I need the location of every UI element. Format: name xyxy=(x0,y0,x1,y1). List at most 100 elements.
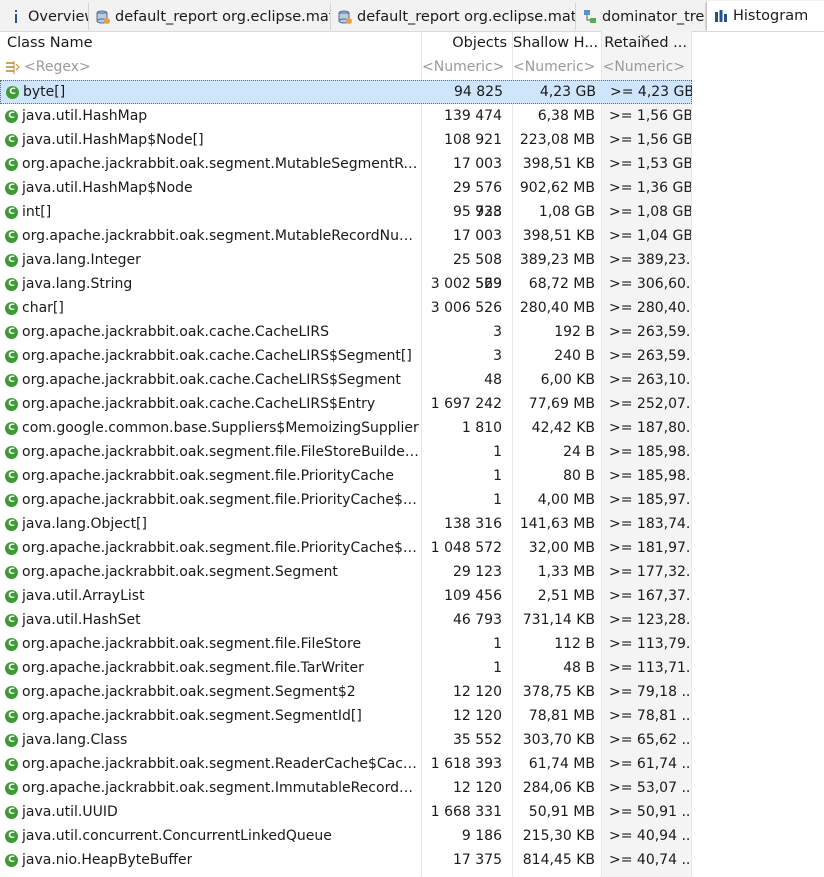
objects-filter-input[interactable]: <Numeric> xyxy=(422,55,504,80)
table-row[interactable]: Corg.apache.jackrabbit.oak.segment.file.… xyxy=(0,464,692,488)
table-row[interactable]: Cjava.nio.HeapByteBuffer 17 375 814,45 KB >… xyxy=(0,848,692,872)
retained-heap-cell: >= 306,60... xyxy=(609,276,691,292)
class-name-filter-input[interactable]: <Regex> xyxy=(24,55,91,80)
retained-heap-cell: >= 1,53 GB xyxy=(609,156,691,172)
shallow-heap-cell: 223,08 MB xyxy=(519,132,595,148)
retained-heap-cell: >= 1,56 GB xyxy=(609,132,691,148)
objects-cell: 108 921 xyxy=(444,132,502,148)
table-row[interactable]: Cint[] 95 738 1,08 GB >= 1,08 GB xyxy=(0,200,692,224)
table-row[interactable]: Cjava.util.HashMap 139 474 6,38 MB >= 1,56 … xyxy=(0,104,692,128)
shallow-heap-cell: 303,70 KB xyxy=(522,732,595,748)
class-name: org.apache.jackrabbit.oak.segment.file.T… xyxy=(22,660,364,676)
table-row[interactable]: Cbyte[] 94 825 4,23 GB >= 4,23 GB xyxy=(0,80,692,104)
retained-heap-cell: >= 78,81 ... xyxy=(609,708,691,724)
histogram-icon xyxy=(713,8,729,24)
tab-dominator-tree[interactable]: dominator_tree xyxy=(576,3,706,30)
table-row[interactable]: Ccom.google.common.base.Suppliers$Memoiz… xyxy=(0,416,692,440)
class-name-cell: Corg.apache.jackrabbit.oak.segment.file.… xyxy=(0,536,421,560)
class-name: java.util.ArrayList xyxy=(22,588,145,604)
retained-heap-cell: >= 40,74 ... xyxy=(609,852,691,868)
class-name-cell: Cjava.util.HashSet xyxy=(0,608,421,632)
table-row[interactable]: Corg.apache.jackrabbit.oak.segment.Reade… xyxy=(0,752,692,776)
table-row[interactable]: Corg.apache.jackrabbit.oak.segment.file.… xyxy=(0,656,692,680)
table-row[interactable]: Cjava.util.HashMap$Node[] 108 921 223,08 M… xyxy=(0,128,692,152)
retained-heap-cell: >= 1,04 GB xyxy=(609,228,691,244)
info-icon xyxy=(8,9,24,25)
retained-heap-cell: >= 123,28... xyxy=(609,612,691,628)
tab-histogram[interactable]: Histogram xyxy=(706,1,824,31)
tab-default-report-2[interactable]: default_report org.eclipse.mat.... xyxy=(331,3,576,30)
column-header-shallow-heap[interactable]: Shallow H... xyxy=(513,31,601,55)
objects-cell: 48 xyxy=(484,372,502,388)
table-row[interactable]: Cjava.util.concurrent.ConcurrentLinkedQu… xyxy=(0,824,692,848)
class-name: org.apache.jackrabbit.oak.segment.file.F… xyxy=(22,636,362,652)
tab-label: Histogram xyxy=(733,8,809,24)
table-row[interactable]: Cjava.util.HashSet 46 793 731,14 KB >= 123,… xyxy=(0,608,692,632)
objects-cell: 25 508 529 xyxy=(453,252,502,292)
class-icon: C xyxy=(5,133,18,147)
class-name: char[] xyxy=(22,300,64,316)
objects-cell: 3 006 526 xyxy=(430,300,502,316)
class-name: org.apache.jackrabbit.oak.segment.Segmen… xyxy=(22,564,338,580)
column-header-objects[interactable]: Objects xyxy=(422,31,507,55)
shallow-heap-cell: 1,08 GB xyxy=(538,204,595,220)
shallow-heap-cell: 77,69 MB xyxy=(528,396,595,412)
shallow-heap-cell: 141,63 MB xyxy=(519,516,595,532)
objects-cell: 1 810 xyxy=(461,420,502,436)
table-row[interactable]: Corg.apache.jackrabbit.oak.segment.Mutab… xyxy=(0,224,692,248)
class-name-cell: Corg.apache.jackrabbit.oak.segment.file.… xyxy=(0,488,421,512)
table-row[interactable]: Corg.apache.jackrabbit.oak.cache.CacheLI… xyxy=(0,344,692,368)
table-row[interactable]: Corg.apache.jackrabbit.oak.segment.Segme… xyxy=(0,560,692,584)
table-row[interactable]: Corg.apache.jackrabbit.oak.segment.file.… xyxy=(0,536,692,560)
table-row[interactable]: Corg.apache.jackrabbit.oak.segment.Segme… xyxy=(0,680,692,704)
class-name-cell: Corg.apache.jackrabbit.oak.segment.file.… xyxy=(0,656,421,680)
class-name-cell: Corg.apache.jackrabbit.oak.cache.CacheLI… xyxy=(0,344,421,368)
shallow-heap-cell: 215,30 KB xyxy=(522,828,595,844)
retained-heap-cell: >= 389,23... xyxy=(609,252,691,268)
retained-heap-cell: >= 185,98... xyxy=(609,468,691,484)
retained-heap-cell: >= 113,79... xyxy=(609,636,691,652)
table-row[interactable]: Corg.apache.jackrabbit.oak.segment.file.… xyxy=(0,440,692,464)
shallow-filter-input[interactable]: <Numeric> xyxy=(513,55,595,80)
class-name: byte[] xyxy=(23,84,66,100)
table-row[interactable]: Cjava.util.HashMap$Node 29 576 923 902,62 … xyxy=(0,176,692,220)
class-name-cell: Corg.apache.jackrabbit.oak.segment.Reade… xyxy=(0,752,421,776)
table-row[interactable]: Corg.apache.jackrabbit.oak.segment.Mutab… xyxy=(0,152,692,176)
class-icon: C xyxy=(5,229,18,243)
class-icon: C xyxy=(5,325,18,339)
table-row[interactable]: Cchar[] 3 006 526 280,40 MB >= 280,40... xyxy=(0,296,692,320)
table-row[interactable]: Cjava.lang.Class 35 552 303,70 KB >= 65,62 … xyxy=(0,728,692,752)
table-row[interactable]: Corg.apache.jackrabbit.oak.cache.CacheLI… xyxy=(0,368,692,392)
class-name-cell: Corg.apache.jackrabbit.oak.segment.Segme… xyxy=(0,704,421,728)
objects-cell: 12 120 xyxy=(453,684,502,700)
table-row[interactable]: Cjava.lang.Object[] 138 316 141,63 MB >= 18… xyxy=(0,512,692,536)
objects-cell: 29 576 923 xyxy=(453,180,502,220)
table-row[interactable]: Cjava.util.ArrayList 109 456 2,51 MB >= 167… xyxy=(0,584,692,608)
class-icon: C xyxy=(5,277,18,291)
objects-cell: 1 618 393 xyxy=(430,756,502,772)
tab-label: default_report org.eclipse.mat.... xyxy=(115,8,331,25)
class-icon: C xyxy=(5,661,18,675)
table-row[interactable]: Corg.apache.jackrabbit.oak.segment.file.… xyxy=(0,488,692,512)
class-icon: C xyxy=(5,613,18,627)
class-name-cell: Corg.apache.jackrabbit.oak.segment.file.… xyxy=(0,632,421,656)
table-row[interactable]: Cjava.lang.String 3 002 569 68,72 MB >= 306… xyxy=(0,272,692,296)
table-row[interactable]: Cjava.util.UUID 1 668 331 50,91 MB >= 50,91… xyxy=(0,800,692,824)
shallow-heap-cell: 284,06 KB xyxy=(522,780,595,796)
class-name: java.util.UUID xyxy=(22,804,118,820)
retained-filter-input[interactable]: <Numeric> xyxy=(602,55,685,80)
table-row[interactable]: Corg.apache.jackrabbit.oak.cache.CacheLI… xyxy=(0,320,692,344)
tab-overview[interactable]: Overview xyxy=(0,3,89,30)
table-row[interactable]: Corg.apache.jackrabbit.oak.cache.CacheLI… xyxy=(0,392,692,416)
class-icon: C xyxy=(5,805,18,819)
class-name-cell: Cjava.util.HashMap$Node xyxy=(0,176,421,200)
class-icon: C xyxy=(5,685,18,699)
class-icon: C xyxy=(5,733,18,747)
table-row[interactable]: Corg.apache.jackrabbit.oak.segment.Segme… xyxy=(0,704,692,728)
table-row[interactable]: Cjava.lang.Integer 25 508 529 389,23 MB >= … xyxy=(0,248,692,292)
table-row[interactable]: Corg.apache.jackrabbit.oak.segment.Immut… xyxy=(0,776,692,800)
column-header-class-name[interactable]: Class Name xyxy=(7,31,407,55)
table-row[interactable]: Corg.apache.jackrabbit.oak.segment.file.… xyxy=(0,632,692,656)
tab-default-report-1[interactable]: default_report org.eclipse.mat.... xyxy=(89,3,331,30)
class-name-cell: Corg.apache.jackrabbit.oak.segment.Segme… xyxy=(0,560,421,584)
